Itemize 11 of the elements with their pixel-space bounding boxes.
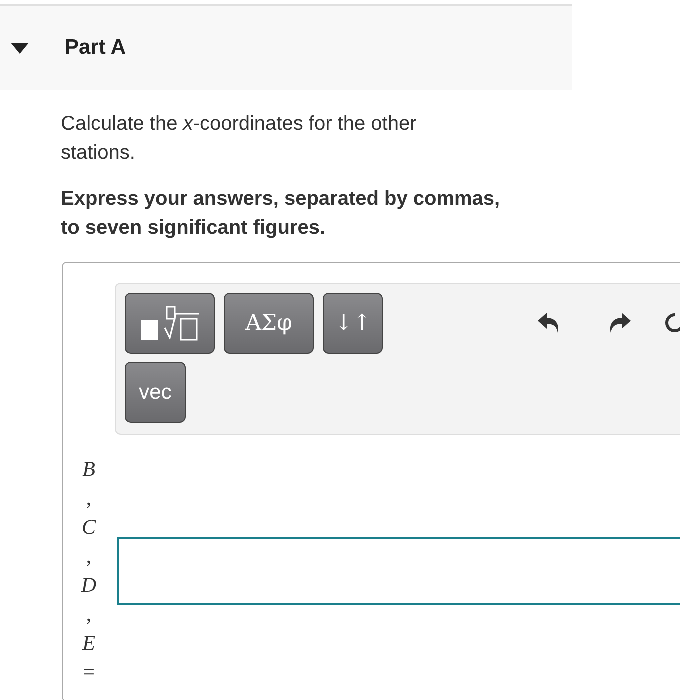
toolbar-button[interactable]: ↓↑ [323, 293, 383, 354]
toolbar-button[interactable]: ΑΣφ [224, 293, 314, 354]
templates-button[interactable] [125, 293, 215, 354]
instruction-text: Express your answers, separated by commas, to seven significant figures. [61, 187, 501, 241]
part-title: Part A [65, 36, 126, 60]
reset-icon[interactable] [664, 311, 680, 335]
answer-label: B , C , D , E = [80, 456, 98, 686]
question-text: Calculate the x-coordinates for the other stations. [61, 112, 418, 166]
answer-field[interactable] [117, 537, 680, 605]
toolbar-button[interactable]: vec [125, 362, 186, 423]
part-header[interactable]: Part A [0, 4, 572, 90]
